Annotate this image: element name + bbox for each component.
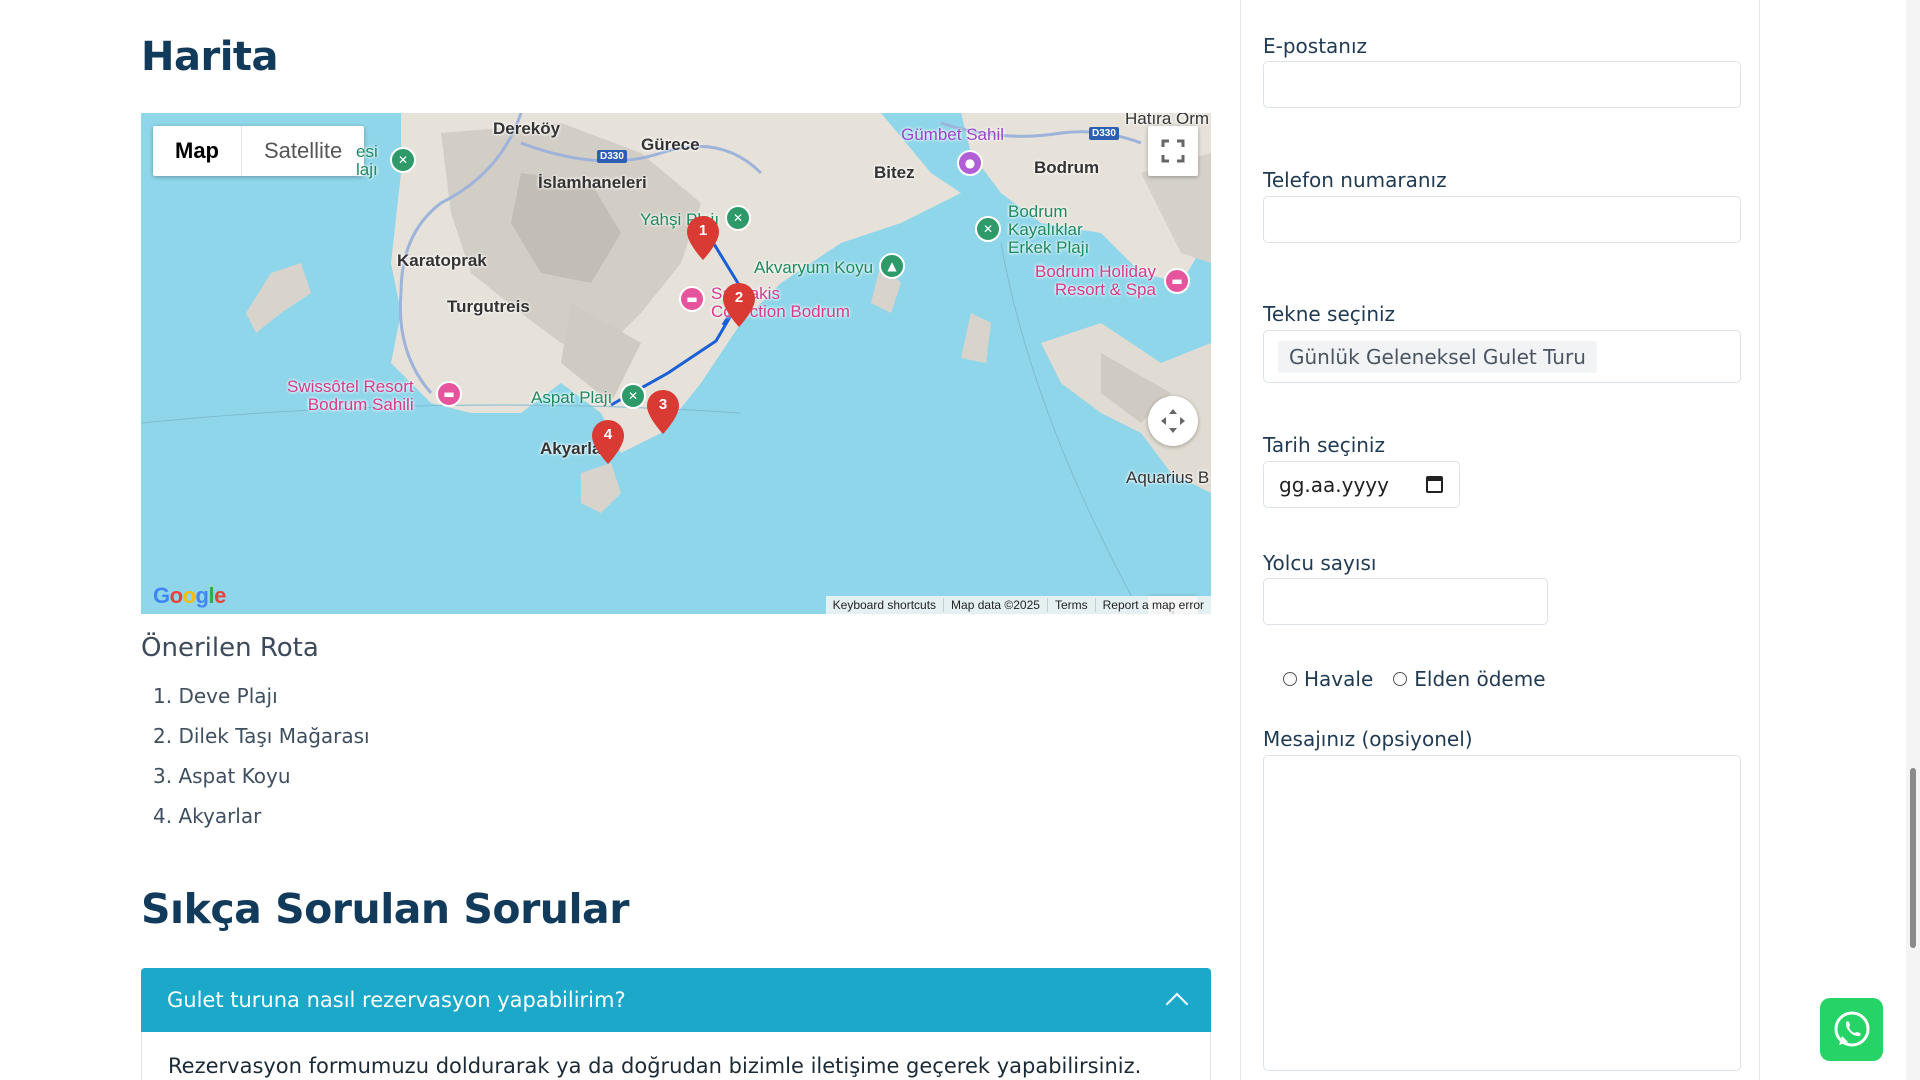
place-label: Dereköy xyxy=(493,119,561,138)
calendar-icon[interactable] xyxy=(1426,476,1443,493)
faq-heading: Sıkça Sorulan Sorular xyxy=(141,885,629,933)
marker-label: 3 xyxy=(658,396,668,413)
message-label: Mesajınız (opsiyonel) xyxy=(1263,727,1473,751)
payment-option-label: Havale xyxy=(1304,667,1374,691)
place-label: Karatoprak xyxy=(397,251,487,270)
route-marker[interactable]: 1 xyxy=(687,216,719,260)
radio-button[interactable] xyxy=(1283,672,1297,686)
map-type-control: Map Satellite xyxy=(153,126,365,176)
marker-label: 4 xyxy=(603,426,613,443)
route-marker[interactable]: 4 xyxy=(592,420,624,464)
faq-question-button[interactable]: Gulet turuna nasıl rezervasyon yapabilir… xyxy=(141,968,1211,1032)
phone-label: Telefon numaranız xyxy=(1263,168,1447,192)
report-error-link[interactable]: Report a map error xyxy=(1094,598,1211,612)
place-label: İslamhaneleri xyxy=(538,173,647,192)
whatsapp-button[interactable] xyxy=(1820,998,1883,1061)
faq-question-text: Gulet turuna nasıl rezervasyon yapabilir… xyxy=(167,988,626,1012)
hotel-icon[interactable]: ▬ xyxy=(1164,268,1190,294)
route-heading: Önerilen Rota xyxy=(141,633,319,663)
faq-answer: Rezervasyon formumuzu doldurarak ya da d… xyxy=(141,1032,1211,1080)
message-textarea[interactable] xyxy=(1263,755,1741,1071)
scrollbar-thumb[interactable] xyxy=(1910,768,1916,948)
camera-control-button[interactable] xyxy=(1148,396,1198,446)
route-item: 4. Akyarlar xyxy=(153,804,262,828)
page-scrollbar[interactable] xyxy=(1906,0,1920,1080)
payment-option-havale[interactable]: Havale xyxy=(1283,667,1373,691)
passengers-label: Yolcu sayısı xyxy=(1263,551,1377,575)
keyboard-shortcuts-link[interactable]: Keyboard shortcuts xyxy=(826,598,943,612)
hotel-icon[interactable]: ▬ xyxy=(679,286,705,312)
marker-label: 2 xyxy=(734,289,744,306)
place-label: Bitez xyxy=(874,163,915,182)
place-label: Akvaryum Koyu xyxy=(754,258,874,277)
date-placeholder: gg.aa.yyyy xyxy=(1279,472,1389,497)
route-marker[interactable]: 2 xyxy=(723,283,755,327)
phone-field[interactable] xyxy=(1263,196,1741,243)
marker-label: 1 xyxy=(698,222,708,239)
route-marker[interactable]: 3 xyxy=(647,390,679,434)
place-label: Gürece xyxy=(641,135,700,154)
road-shield: D330 xyxy=(597,150,627,163)
boat-selected-value: Günlük Geleneksel Gulet Turu xyxy=(1278,340,1597,373)
page: Harita Map Satellite Dereköy Gürece İsla… xyxy=(0,0,1920,1080)
route-item: 1. Deve Plajı xyxy=(153,684,278,708)
google-map[interactable]: Map Satellite Dereköy Gürece İslamhanele… xyxy=(141,113,1211,614)
map-heading: Harita xyxy=(141,34,279,80)
map-terrain xyxy=(141,113,1211,614)
place-label: Aspat Plajı xyxy=(531,388,613,407)
place-label: Gümbet Sahil xyxy=(901,125,1004,144)
place-label: Swissôtel Resort Bodrum Sahili xyxy=(287,377,414,414)
fullscreen-icon xyxy=(1161,139,1185,163)
place-label: Aquarius B xyxy=(1126,468,1210,487)
route-item: 3. Aspat Koyu xyxy=(153,764,291,788)
google-logo[interactable]: Google xyxy=(153,583,226,609)
road-shield: D330 xyxy=(1089,127,1119,140)
date-label: Tarih seçiniz xyxy=(1263,433,1385,457)
park-icon[interactable]: ▲ xyxy=(879,253,905,279)
map-type-satellite-button[interactable]: Satellite xyxy=(241,126,364,176)
booking-form: E-postanız Telefon numaranız Tekne seçin… xyxy=(1240,0,1760,1080)
email-label: E-postanız xyxy=(1263,34,1368,58)
route-list: 1. Deve Plajı 2. Dilek Taşı Mağarası 3. … xyxy=(153,676,370,836)
beach-icon[interactable]: ✕ xyxy=(975,216,1001,242)
camera-icon[interactable]: ● xyxy=(957,150,983,176)
move-arrows-icon xyxy=(1161,409,1185,433)
payment-options: Havale Elden ödeme xyxy=(1283,667,1566,691)
whatsapp-icon xyxy=(1834,1011,1869,1046)
map-data-text: Map data ©2025 xyxy=(943,598,1047,612)
date-field[interactable]: gg.aa.yyyy xyxy=(1263,461,1460,508)
email-field[interactable] xyxy=(1263,61,1741,108)
terms-link[interactable]: Terms xyxy=(1046,598,1095,612)
hotel-icon[interactable]: ▬ xyxy=(436,381,462,407)
place-label: Bodrum Holiday Resort & Spa xyxy=(1035,262,1156,299)
chevron-up-icon xyxy=(1165,992,1189,1016)
boat-select[interactable]: Günlük Geleneksel Gulet Turu xyxy=(1263,330,1741,383)
beach-icon[interactable]: ✕ xyxy=(620,383,646,409)
faq-answer-text: Rezervasyon formumuzu doldurarak ya da d… xyxy=(168,1054,1142,1078)
map-attribution: Keyboard shortcuts Map data ©2025 Terms … xyxy=(825,596,1211,614)
map-type-map-button[interactable]: Map xyxy=(153,126,241,176)
payment-option-label: Elden ödeme xyxy=(1414,667,1546,691)
place-label: Bodrum Kayalıklar Erkek Plajı xyxy=(1008,202,1090,257)
place-label: Bodrum xyxy=(1034,158,1100,177)
fullscreen-button[interactable] xyxy=(1148,126,1198,176)
passengers-field[interactable] xyxy=(1263,578,1548,625)
place-label: esi lajı xyxy=(356,142,378,179)
radio-button[interactable] xyxy=(1393,672,1408,686)
boat-label: Tekne seçiniz xyxy=(1263,302,1396,326)
place-label: Turgutreis xyxy=(447,297,530,316)
beach-icon[interactable]: ✕ xyxy=(725,205,751,231)
payment-option-cash[interactable]: Elden ödeme xyxy=(1393,667,1546,691)
route-item: 2. Dilek Taşı Mağarası xyxy=(153,724,370,748)
beach-icon[interactable]: ✕ xyxy=(390,147,416,173)
